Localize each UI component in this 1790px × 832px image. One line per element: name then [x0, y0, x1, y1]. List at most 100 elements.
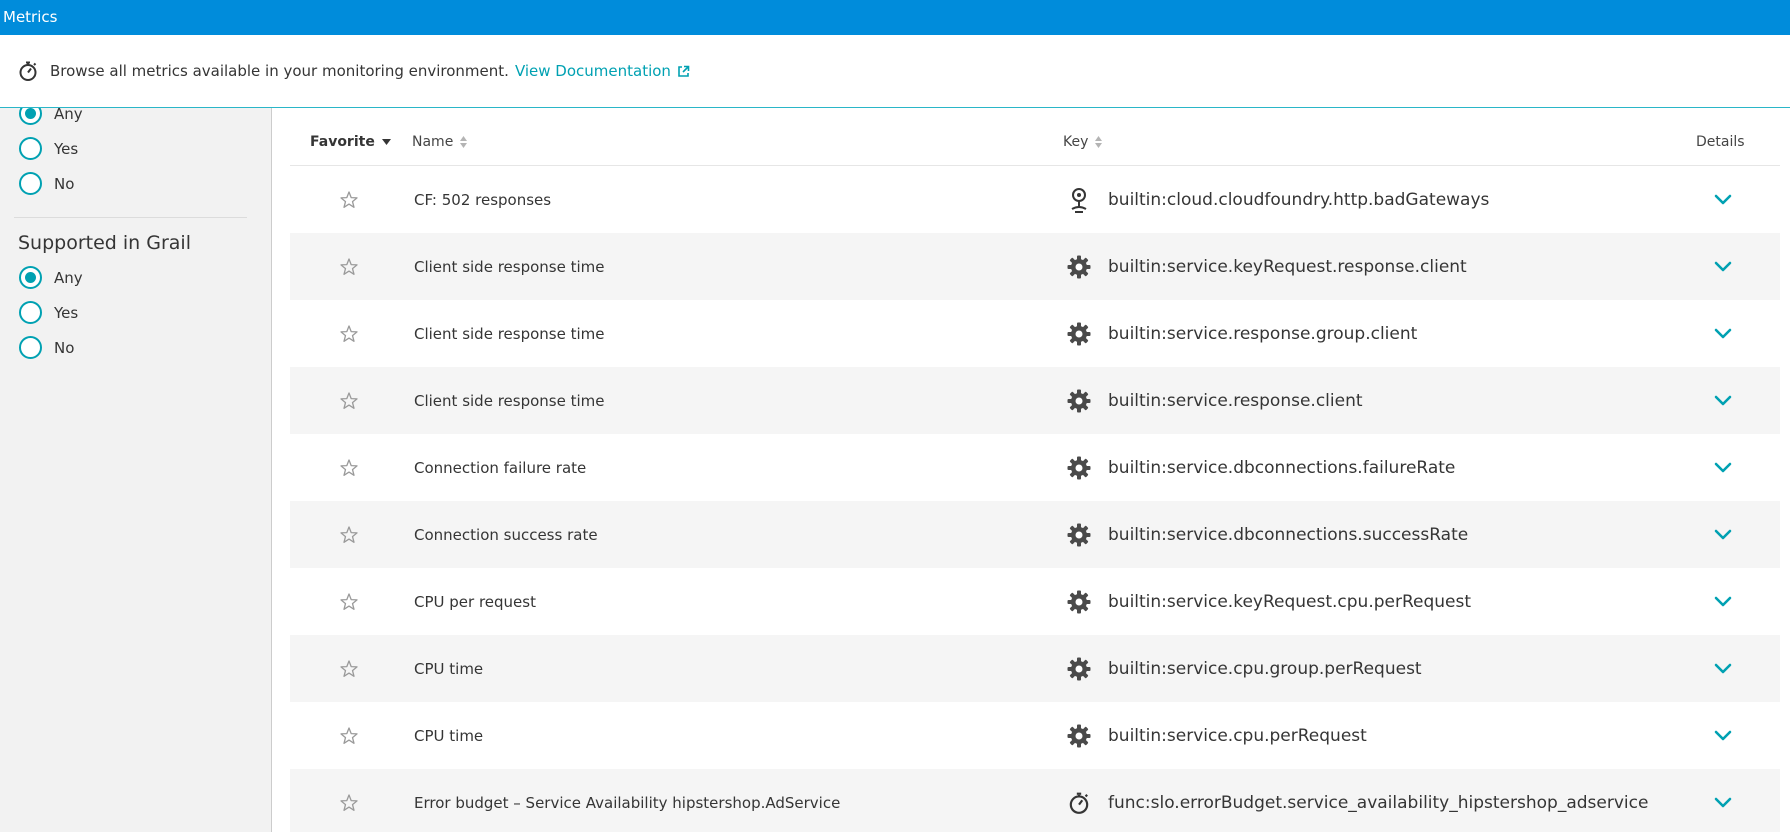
metric-key: builtin:service.response.group.client — [1108, 323, 1418, 344]
metric-name: CPU time — [414, 726, 484, 745]
service-gear-icon — [1066, 723, 1092, 749]
favorite-star-icon[interactable] — [337, 188, 361, 212]
metric-key: func:slo.errorBudget.service_availabilit… — [1108, 792, 1649, 813]
radio-button[interactable] — [19, 266, 42, 289]
column-label: Key — [1063, 134, 1089, 150]
radio-label: Yes — [54, 303, 79, 322]
service-gear-icon — [1066, 455, 1092, 481]
table-row[interactable]: Client side response time builtin:service… — [290, 367, 1780, 434]
radio-label: Yes — [54, 139, 79, 158]
sort-icon — [460, 136, 468, 148]
favorite-star-icon[interactable] — [337, 322, 361, 346]
expand-details-chevron-icon[interactable] — [1710, 254, 1736, 280]
expand-details-chevron-icon[interactable] — [1710, 656, 1736, 682]
expand-details-chevron-icon[interactable] — [1710, 455, 1736, 481]
radio-button[interactable] — [19, 108, 42, 125]
expand-details-chevron-icon[interactable] — [1710, 589, 1736, 615]
favorite-star-icon[interactable] — [337, 657, 361, 681]
metric-key: builtin:service.response.client — [1108, 390, 1363, 411]
radio-button[interactable] — [19, 336, 42, 359]
service-gear-icon — [1066, 522, 1092, 548]
favorite-star-icon[interactable] — [337, 523, 361, 547]
radio-button[interactable] — [19, 301, 42, 324]
metric-name: Client side response time — [414, 391, 605, 410]
grail-radio-any[interactable]: Any — [19, 266, 83, 289]
metric-key: builtin:service.cpu.group.perRequest — [1108, 658, 1422, 679]
table-row[interactable]: CPU time builtin:service.cpu.group.perReq… — [290, 635, 1780, 702]
expand-details-chevron-icon[interactable] — [1710, 321, 1736, 347]
view-documentation-link[interactable]: View Documentation — [515, 62, 690, 80]
metric-name: Error budget – Service Availability hips… — [414, 793, 841, 812]
filter-radio-no[interactable]: No — [19, 172, 74, 195]
metric-name: Client side response time — [414, 257, 605, 276]
metric-key: builtin:service.dbconnections.failureRat… — [1108, 457, 1456, 478]
filter-sidebar: Any Yes No Supported in Grail Any Yes No — [0, 108, 272, 832]
metric-key: builtin:cloud.cloudfoundry.http.badGatew… — [1108, 189, 1490, 210]
service-gear-icon — [1066, 589, 1092, 615]
expand-details-chevron-icon[interactable] — [1710, 187, 1736, 213]
table-row[interactable]: CPU per request builtin:service.keyReques… — [290, 568, 1780, 635]
page-title: Metrics — [3, 8, 58, 26]
filter-radio-any[interactable]: Any — [19, 108, 83, 125]
grail-radio-yes[interactable]: Yes — [19, 301, 78, 324]
stopwatch-icon — [1066, 790, 1092, 816]
favorite-star-icon[interactable] — [337, 255, 361, 279]
info-banner: Browse all metrics available in your mon… — [0, 35, 1790, 108]
column-header-name[interactable]: Name — [412, 134, 468, 150]
stopwatch-icon — [16, 59, 40, 83]
favorite-star-icon[interactable] — [337, 724, 361, 748]
sort-descending-icon — [381, 139, 391, 145]
favorite-star-icon[interactable] — [337, 590, 361, 614]
expand-details-chevron-icon[interactable] — [1710, 790, 1736, 816]
metric-key: builtin:service.keyRequest.response.clie… — [1108, 256, 1467, 277]
expand-details-chevron-icon[interactable] — [1710, 388, 1736, 414]
info-text: Browse all metrics available in your mon… — [50, 62, 509, 80]
radio-button[interactable] — [19, 172, 42, 195]
column-header-details: Details — [1696, 134, 1745, 150]
expand-details-chevron-icon[interactable] — [1710, 723, 1736, 749]
metric-name: CF: 502 responses — [414, 190, 552, 209]
metric-name: CPU time — [414, 659, 484, 678]
metric-name: Client side response time — [414, 324, 605, 343]
radio-label: Any — [54, 108, 83, 123]
expand-details-chevron-icon[interactable] — [1710, 522, 1736, 548]
sort-icon — [1095, 136, 1103, 148]
table-row[interactable]: Client side response time builtin:service… — [290, 300, 1780, 367]
favorite-star-icon[interactable] — [337, 791, 361, 815]
radio-button[interactable] — [19, 137, 42, 160]
metric-key: builtin:service.cpu.perRequest — [1108, 725, 1367, 746]
grail-radio-no[interactable]: No — [19, 336, 74, 359]
column-header-favorite[interactable]: Favorite — [310, 134, 391, 150]
external-link-icon — [678, 65, 690, 77]
favorite-star-icon[interactable] — [337, 456, 361, 480]
metric-name: Connection failure rate — [414, 458, 587, 477]
table-header: Favorite Name Key Details — [290, 126, 1780, 166]
table-row[interactable]: Error budget – Service Availability hips… — [290, 769, 1780, 832]
metric-key: builtin:service.keyRequest.cpu.perReques… — [1108, 591, 1472, 612]
metrics-table: Favorite Name Key Details CF: 502 respon… — [273, 108, 1790, 832]
service-gear-icon — [1066, 656, 1092, 682]
grail-filter-title: Supported in Grail — [18, 232, 191, 254]
column-label: Name — [412, 134, 454, 150]
cloudfoundry-icon — [1066, 187, 1092, 213]
column-label: Details — [1696, 134, 1745, 150]
table-row[interactable]: Client side response time builtin:service… — [290, 233, 1780, 300]
filter-divider — [14, 217, 247, 218]
column-label: Favorite — [310, 134, 375, 150]
radio-label: Any — [54, 268, 83, 287]
table-row[interactable]: CF: 502 responses builtin:cloud.cloudfoun… — [290, 166, 1780, 233]
filter-radio-yes[interactable]: Yes — [19, 137, 78, 160]
app-title-bar: Metrics — [0, 0, 1790, 35]
view-documentation-label: View Documentation — [514, 62, 671, 80]
table-row[interactable]: Connection failure rate builtin:service.d… — [290, 434, 1780, 501]
service-gear-icon — [1066, 254, 1092, 280]
table-row[interactable]: Connection success rate builtin:service.d… — [290, 501, 1780, 568]
metric-key: builtin:service.dbconnections.successRat… — [1108, 524, 1469, 545]
service-gear-icon — [1066, 321, 1092, 347]
table-row[interactable]: CPU time builtin:service.cpu.perRequest — [290, 702, 1780, 769]
service-gear-icon — [1066, 388, 1092, 414]
radio-label: No — [54, 174, 75, 193]
favorite-star-icon[interactable] — [337, 389, 361, 413]
metric-name: Connection success rate — [414, 525, 598, 544]
column-header-key[interactable]: Key — [1063, 134, 1103, 150]
